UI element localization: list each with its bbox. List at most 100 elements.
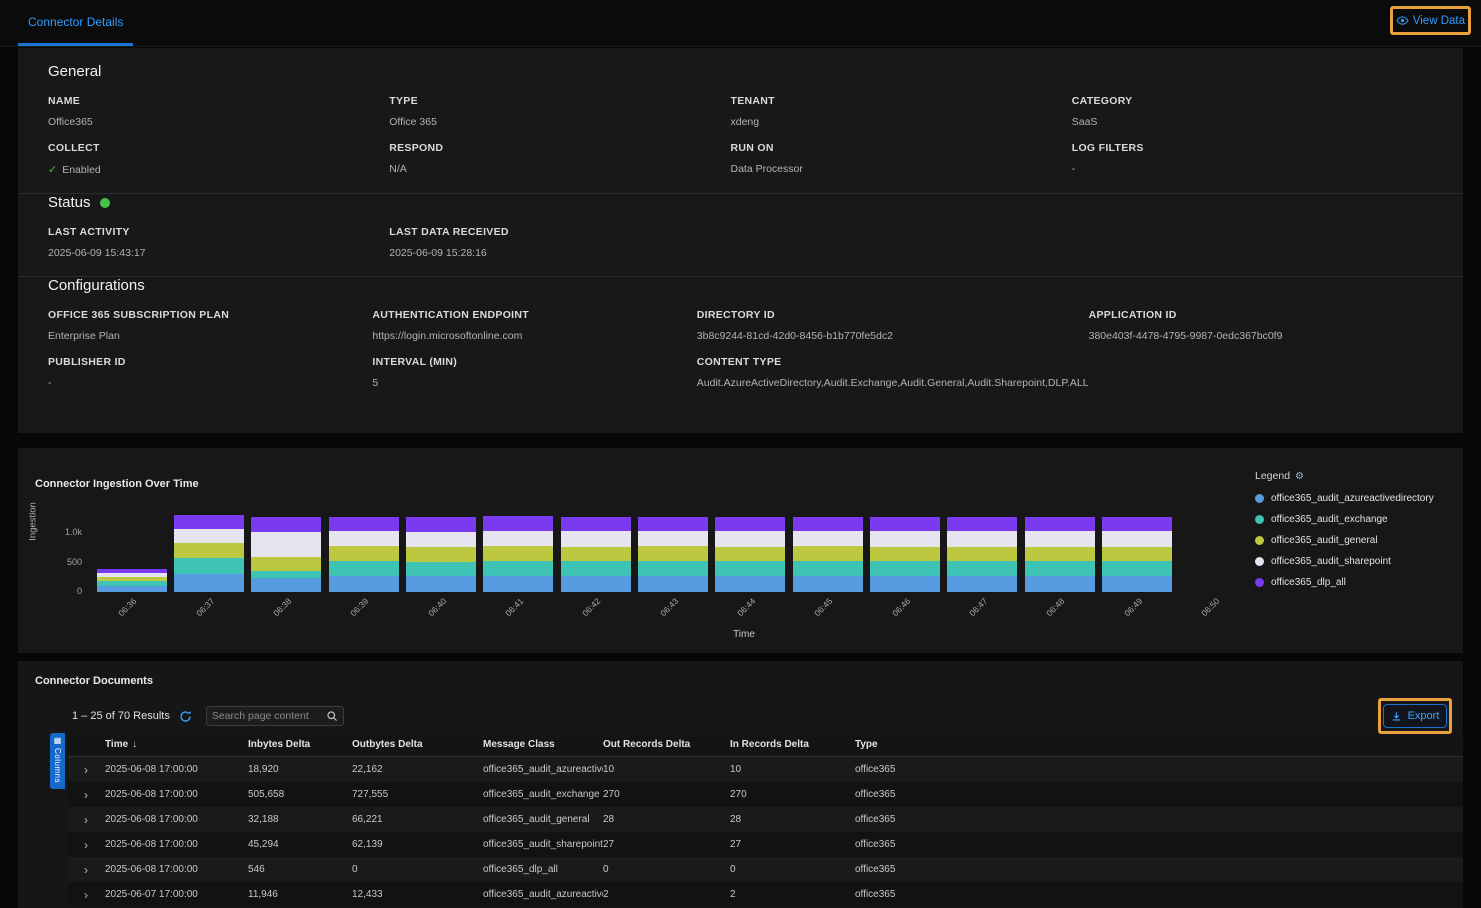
- field-value: -: [1072, 163, 1413, 175]
- legend-color-dot: [1255, 515, 1264, 524]
- field-value: 380e403f-4478-4795-9987-0edc367bc0f9: [1089, 330, 1413, 342]
- check-icon: ✓: [48, 164, 57, 176]
- bar-segment-office365_audit_exchange: [561, 561, 631, 576]
- row-expand-chevron[interactable]: ›: [68, 814, 105, 826]
- table-cell: 62,139: [352, 839, 483, 850]
- detail-field: PUBLISHER ID-: [48, 356, 372, 389]
- y-axis-tick-label: 0: [77, 586, 82, 596]
- bar-segment-office365_audit_azureactivedirectory: [251, 578, 321, 592]
- bar-segment-office365_audit_general: [870, 547, 940, 562]
- table-row[interactable]: ›2025-06-08 17:00:00505,658727,555office…: [68, 782, 1463, 807]
- section-title-text: Configurations: [48, 277, 145, 294]
- table-row[interactable]: ›2025-06-08 17:00:0032,18866,221office36…: [68, 807, 1463, 832]
- eye-icon: [1396, 14, 1409, 27]
- stacked-bar[interactable]: [97, 569, 167, 592]
- table-cell: 22,162: [352, 764, 483, 775]
- row-expand-chevron[interactable]: ›: [68, 889, 105, 901]
- bar-segment-office365_audit_general: [1102, 547, 1172, 562]
- field-value: -: [48, 377, 372, 389]
- stacked-bar[interactable]: [1025, 517, 1095, 592]
- bar-segment-office365_audit_sharepoint: [561, 531, 631, 546]
- table-cell: 12,433: [352, 889, 483, 900]
- field-value: https://login.microsoftonline.com: [372, 330, 696, 342]
- stacked-bar[interactable]: [638, 517, 708, 592]
- table-cell: 66,221: [352, 814, 483, 825]
- table-header-row: Time↓Inbytes DeltaOutbytes DeltaMessage …: [68, 733, 1463, 757]
- column-header-outbytes-delta[interactable]: Outbytes Delta: [352, 739, 483, 750]
- stacked-bar[interactable]: [561, 517, 631, 592]
- row-expand-chevron[interactable]: ›: [68, 789, 105, 801]
- general-section-title: General: [48, 63, 1433, 80]
- gear-icon[interactable]: ⚙: [1295, 471, 1304, 482]
- export-button[interactable]: Export: [1383, 704, 1447, 728]
- bar-segment-office365_audit_sharepoint: [715, 531, 785, 547]
- search-box[interactable]: [206, 706, 344, 726]
- table-cell: 0: [352, 864, 483, 875]
- field-label: LAST DATA RECEIVED: [389, 226, 730, 238]
- chart-bar-slot: 06:39: [325, 482, 402, 592]
- field-label: RESPOND: [389, 142, 730, 154]
- stacked-bar[interactable]: [483, 516, 553, 592]
- section-configurations: Configurations OFFICE 365 SUBSCRIPTION P…: [18, 277, 1463, 389]
- stacked-bar[interactable]: [329, 517, 399, 592]
- search-input[interactable]: [212, 710, 326, 722]
- stacked-bar[interactable]: [406, 517, 476, 592]
- legend-item[interactable]: office365_audit_general: [1255, 530, 1460, 551]
- column-header-time[interactable]: Time↓: [105, 739, 248, 750]
- table-cell: 45,294: [248, 839, 352, 850]
- view-data-button[interactable]: View Data: [1396, 14, 1465, 27]
- legend-item[interactable]: office365_audit_azureactivedirectory: [1255, 488, 1460, 509]
- chart-bar-slot: 06:48: [1021, 482, 1098, 592]
- legend-color-dot: [1255, 536, 1264, 545]
- detail-field: RUN ONData Processor: [731, 142, 1072, 176]
- stacked-bar[interactable]: [870, 517, 940, 592]
- stacked-bar[interactable]: [1102, 517, 1172, 592]
- legend-item[interactable]: office365_audit_sharepoint: [1255, 551, 1460, 572]
- bar-segment-office365_audit_azureactivedirectory: [561, 576, 631, 592]
- refresh-icon-glyph: [179, 710, 192, 723]
- refresh-icon[interactable]: [179, 710, 192, 723]
- legend-color-dot: [1255, 557, 1264, 566]
- general-fields: NAMEOffice365TYPEOffice 365TENANTxdengCA…: [48, 95, 1433, 176]
- view-data-label: View Data: [1413, 15, 1465, 27]
- detail-field: INTERVAL (MIN)5: [372, 356, 696, 389]
- table-cell: 2: [603, 889, 730, 900]
- table-cell: 10: [730, 764, 855, 775]
- row-expand-chevron[interactable]: ›: [68, 864, 105, 876]
- table-row[interactable]: ›2025-06-08 17:00:0045,29462,139office36…: [68, 832, 1463, 857]
- column-header-inbytes-delta[interactable]: Inbytes Delta: [248, 739, 352, 750]
- stacked-bar[interactable]: [715, 517, 785, 592]
- legend-item[interactable]: office365_dlp_all: [1255, 572, 1460, 593]
- column-header-in-records-delta[interactable]: In Records Delta: [730, 739, 855, 750]
- column-header-out-records-delta[interactable]: Out Records Delta: [603, 739, 730, 750]
- field-value: N/A: [389, 163, 730, 175]
- stacked-bar[interactable]: [251, 517, 321, 592]
- bar-segment-office365_dlp_all: [561, 517, 631, 531]
- column-header-type[interactable]: Type: [855, 739, 1463, 750]
- x-axis-tick-label: 06:44: [735, 596, 757, 618]
- documents-table: Time↓Inbytes DeltaOutbytes DeltaMessage …: [68, 733, 1463, 907]
- table-cell: office365: [855, 764, 1463, 775]
- bar-segment-office365_audit_azureactivedirectory: [715, 576, 785, 592]
- chart-bar-slot: 06:41: [480, 482, 557, 592]
- tab-connector-details[interactable]: Connector Details: [18, 0, 133, 46]
- table-cell: 0: [730, 864, 855, 875]
- bar-segment-office365_audit_exchange: [483, 561, 553, 576]
- legend-label: office365_audit_azureactivedirectory: [1271, 493, 1434, 504]
- bar-segment-office365_audit_sharepoint: [638, 531, 708, 546]
- table-row[interactable]: ›2025-06-08 17:00:0018,92022,162office36…: [68, 757, 1463, 782]
- field-value: Enterprise Plan: [48, 330, 372, 342]
- legend-label: office365_audit_general: [1271, 535, 1378, 546]
- column-header-message-class[interactable]: Message Class: [483, 739, 603, 750]
- legend-item[interactable]: office365_audit_exchange: [1255, 509, 1460, 530]
- bar-segment-office365_dlp_all: [793, 517, 863, 531]
- table-row[interactable]: ›2025-06-07 17:00:0011,94612,433office36…: [68, 882, 1463, 907]
- detail-field: APPLICATION ID380e403f-4478-4795-9987-0e…: [1089, 309, 1413, 342]
- table-row[interactable]: ›2025-06-08 17:00:005460office365_dlp_al…: [68, 857, 1463, 882]
- stacked-bar[interactable]: [793, 517, 863, 592]
- columns-tab[interactable]: ▦ Columns: [50, 733, 65, 789]
- stacked-bar[interactable]: [174, 515, 244, 592]
- stacked-bar[interactable]: [947, 517, 1017, 592]
- row-expand-chevron[interactable]: ›: [68, 839, 105, 851]
- row-expand-chevron[interactable]: ›: [68, 764, 105, 776]
